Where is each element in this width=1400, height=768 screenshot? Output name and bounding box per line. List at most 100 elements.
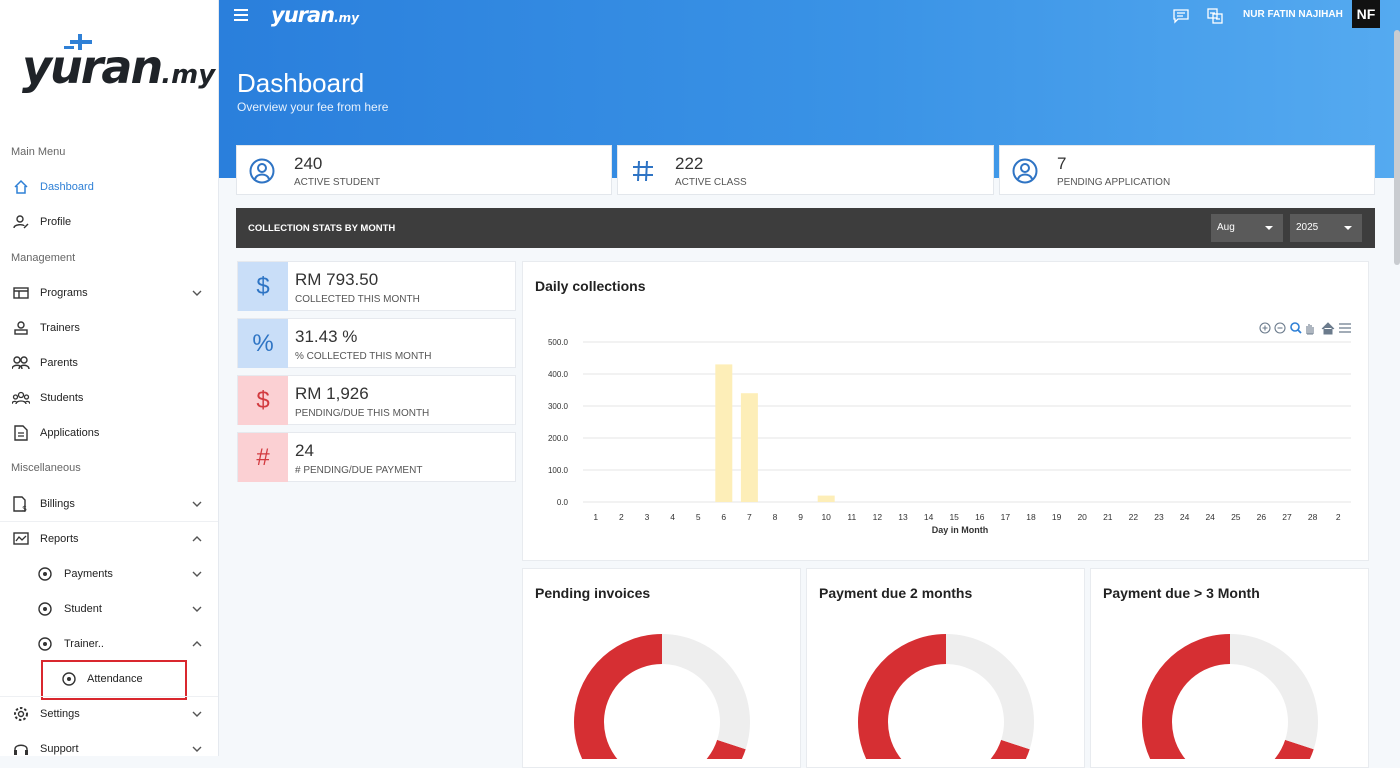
x-tick-label: 18 bbox=[1026, 512, 1036, 522]
year-select[interactable]: 2025 bbox=[1290, 214, 1362, 242]
sidebar-item-programs[interactable]: Programs bbox=[0, 275, 218, 310]
logo-wordmark: yuran.my bbox=[22, 40, 216, 94]
chart-title: Payment due > 3 Month bbox=[1103, 585, 1260, 601]
x-tick-label: 27 bbox=[1282, 512, 1292, 522]
pending-invoices-panel: Pending invoices bbox=[522, 568, 801, 768]
x-tick-label: 6 bbox=[721, 512, 726, 522]
user-circle-icon bbox=[1012, 158, 1038, 184]
payment-due-2-months-donut bbox=[858, 634, 1034, 759]
chevron-down-icon bbox=[192, 711, 202, 717]
chat-icon[interactable] bbox=[1173, 8, 1189, 24]
brand-logo[interactable]: yuran.my bbox=[22, 34, 215, 98]
x-tick-label: 9 bbox=[798, 512, 803, 522]
chevron-up-icon bbox=[192, 640, 202, 646]
sidebar-item-label: Settings bbox=[40, 707, 80, 720]
chevron-down-icon bbox=[192, 746, 202, 752]
x-tick-label: 4 bbox=[670, 512, 675, 522]
report-icon bbox=[12, 530, 30, 548]
invoice-icon: $ bbox=[12, 495, 30, 513]
x-tick-label: 2 bbox=[1336, 512, 1341, 522]
sidebar-item-student-report[interactable]: Student bbox=[0, 591, 218, 626]
x-tick-label: 3 bbox=[645, 512, 650, 522]
stat-card-active-student[interactable]: 240 ACTIVE STUDENT bbox=[236, 145, 612, 195]
stat-card-active-class[interactable]: 222 ACTIVE CLASS bbox=[617, 145, 994, 195]
daily-collections-panel: Daily collections 0.0 100.0 200.0 300.0 400.… bbox=[522, 261, 1369, 561]
sidebar-item-applications[interactable]: Applications bbox=[0, 415, 218, 450]
avatar[interactable]: NF bbox=[1352, 0, 1380, 28]
radio-dot-icon bbox=[36, 600, 54, 618]
page-scrollbar[interactable] bbox=[1394, 30, 1400, 265]
sidebar-item-label: Support bbox=[40, 742, 79, 755]
sidebar-item-settings[interactable]: Settings bbox=[0, 696, 218, 731]
donut-slice[interactable] bbox=[661, 634, 750, 750]
sidebar-item-label: Reports bbox=[40, 532, 79, 545]
user-edit-icon bbox=[12, 213, 30, 231]
svg-text:$: $ bbox=[22, 504, 27, 512]
x-tick-label: 24 bbox=[1205, 512, 1215, 522]
sidebar-item-support[interactable]: Support bbox=[0, 731, 218, 756]
card-label: COLLECTED THIS MONTH bbox=[295, 294, 420, 305]
hamburger-menu-icon[interactable] bbox=[234, 9, 248, 21]
dollar-icon: $ bbox=[238, 262, 288, 311]
hash-icon: # bbox=[238, 433, 288, 482]
x-axis-label: Day in Month bbox=[932, 525, 989, 535]
payment-due-3-month-panel: Payment due > 3 Month bbox=[1090, 568, 1369, 768]
chart-title: Daily collections bbox=[535, 278, 646, 294]
y-tick-label: 100.0 bbox=[548, 466, 569, 475]
sidebar-item-trainer-report[interactable]: Trainer.. bbox=[0, 626, 218, 661]
sidebar-item-label: Student bbox=[64, 602, 102, 615]
stat-label: PENDING APPLICATION bbox=[1057, 177, 1171, 188]
sidebar-item-label: Programs bbox=[40, 286, 88, 299]
sidebar-item-parents[interactable]: Parents bbox=[0, 345, 218, 380]
bar[interactable] bbox=[817, 495, 835, 502]
x-tick-label: 22 bbox=[1129, 512, 1139, 522]
sidebar: yuran.my Main Menu Dashboard Profile Man… bbox=[0, 0, 219, 756]
x-tick-label: 8 bbox=[773, 512, 778, 522]
highlight-annotation bbox=[41, 660, 187, 700]
stat-value: 7 bbox=[1057, 154, 1067, 173]
stat-card-pending-application[interactable]: 7 PENDING APPLICATION bbox=[999, 145, 1375, 195]
sidebar-item-profile[interactable]: Profile bbox=[0, 204, 218, 239]
card-value: RM 793.50 bbox=[295, 270, 379, 289]
sidebar-item-students[interactable]: Students bbox=[0, 380, 218, 415]
x-tick-label: 24 bbox=[1180, 512, 1190, 522]
sidebar-item-trainers[interactable]: Trainers bbox=[0, 310, 218, 345]
month-select[interactable]: Aug bbox=[1211, 214, 1283, 242]
section-main-menu: Main Menu bbox=[11, 146, 66, 158]
sidebar-item-payments[interactable]: Payments bbox=[0, 556, 218, 591]
card-percent-collected[interactable]: % 31.43 % % COLLECTED THIS MONTH bbox=[237, 318, 516, 368]
dollar-icon: $ bbox=[238, 376, 288, 425]
chevron-down-icon bbox=[192, 501, 202, 507]
stat-value: 240 bbox=[294, 154, 323, 173]
donut-slice[interactable] bbox=[1229, 634, 1318, 750]
sidebar-item-label: Trainer.. bbox=[64, 637, 104, 650]
page-subtitle: Overview your fee from here bbox=[237, 100, 389, 114]
year-select-value: 2025 bbox=[1296, 222, 1319, 233]
percent-icon: % bbox=[238, 319, 288, 368]
chevron-down-icon bbox=[192, 606, 202, 612]
card-label: # PENDING/DUE PAYMENT bbox=[295, 465, 423, 476]
chevron-up-icon bbox=[192, 535, 202, 541]
translate-icon[interactable] bbox=[1207, 8, 1223, 24]
y-tick-label: 300.0 bbox=[548, 402, 569, 411]
caret-down-icon bbox=[1344, 226, 1352, 230]
y-tick-label: 200.0 bbox=[548, 434, 569, 443]
sidebar-item-billings[interactable]: $ Billings bbox=[0, 486, 218, 521]
card-collected-this-month[interactable]: $ RM 793.50 COLLECTED THIS MONTH bbox=[237, 261, 516, 311]
group-icon bbox=[12, 389, 30, 407]
card-pending-due[interactable]: $ RM 1,926 PENDING/DUE THIS MONTH bbox=[237, 375, 516, 425]
bar[interactable] bbox=[715, 364, 733, 502]
stat-label: ACTIVE STUDENT bbox=[294, 177, 381, 188]
x-tick-label: 7 bbox=[747, 512, 752, 522]
sidebar-item-label: Parents bbox=[40, 356, 78, 369]
sidebar-item-dashboard[interactable]: Dashboard bbox=[0, 169, 218, 204]
card-value: 31.43 % bbox=[295, 327, 358, 346]
sidebar-item-reports[interactable]: Reports bbox=[0, 521, 218, 556]
chart-menu-icon[interactable] bbox=[1339, 323, 1351, 333]
donut-slice[interactable] bbox=[945, 634, 1034, 750]
bar[interactable] bbox=[740, 393, 758, 502]
x-tick-label: 10 bbox=[821, 512, 831, 522]
top-logo[interactable]: yuran.my bbox=[271, 3, 359, 27]
user-name[interactable]: NUR FATIN NAJIHAH bbox=[1243, 9, 1343, 20]
card-pending-due-count[interactable]: # 24 # PENDING/DUE PAYMENT bbox=[237, 432, 516, 482]
